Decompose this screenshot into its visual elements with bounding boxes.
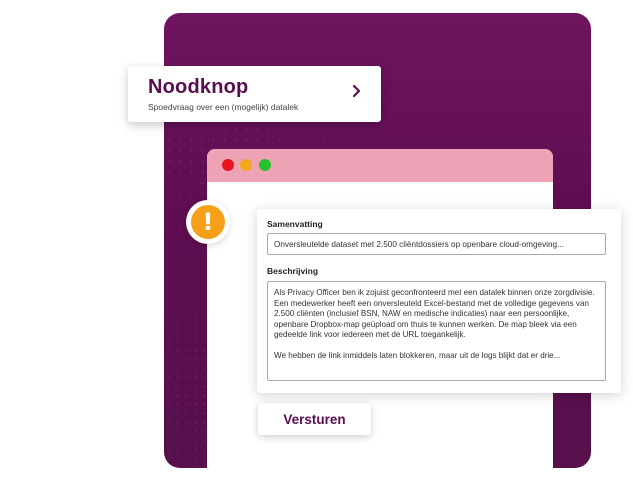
stage: Noodknop Spoedvraag over een (mogelijk) …: [0, 0, 633, 480]
summary-input[interactable]: Onversleutelde dataset met 2.500 cliëntd…: [267, 233, 606, 255]
chevron-right-icon[interactable]: [350, 80, 364, 102]
description-label: Beschrijving: [267, 266, 319, 276]
submit-button[interactable]: Versturen: [258, 403, 371, 435]
description-paragraph: We hebben de link inmiddels laten blokke…: [274, 350, 561, 360]
description-textarea[interactable]: Als Privacy Officer ben ik zojuist gecon…: [267, 281, 606, 381]
window-minimize-dot: [240, 159, 252, 171]
description-paragraph: Als Privacy Officer ben ik zojuist gecon…: [274, 288, 595, 340]
window-maximize-dot: [259, 159, 271, 171]
browser-titlebar: [207, 149, 553, 182]
report-form: Samenvatting Onversleutelde dataset met …: [257, 209, 621, 393]
exclamation-icon: !: [191, 205, 225, 239]
page-subtitle: Spoedvraag over een (mogelijk) datalek: [148, 102, 299, 112]
noodknop-card[interactable]: Noodknop Spoedvraag over een (mogelijk) …: [128, 66, 381, 122]
summary-label: Samenvatting: [267, 219, 323, 229]
page-title: Noodknop: [148, 76, 249, 98]
window-close-dot: [222, 159, 234, 171]
alert-badge: !: [186, 200, 230, 244]
